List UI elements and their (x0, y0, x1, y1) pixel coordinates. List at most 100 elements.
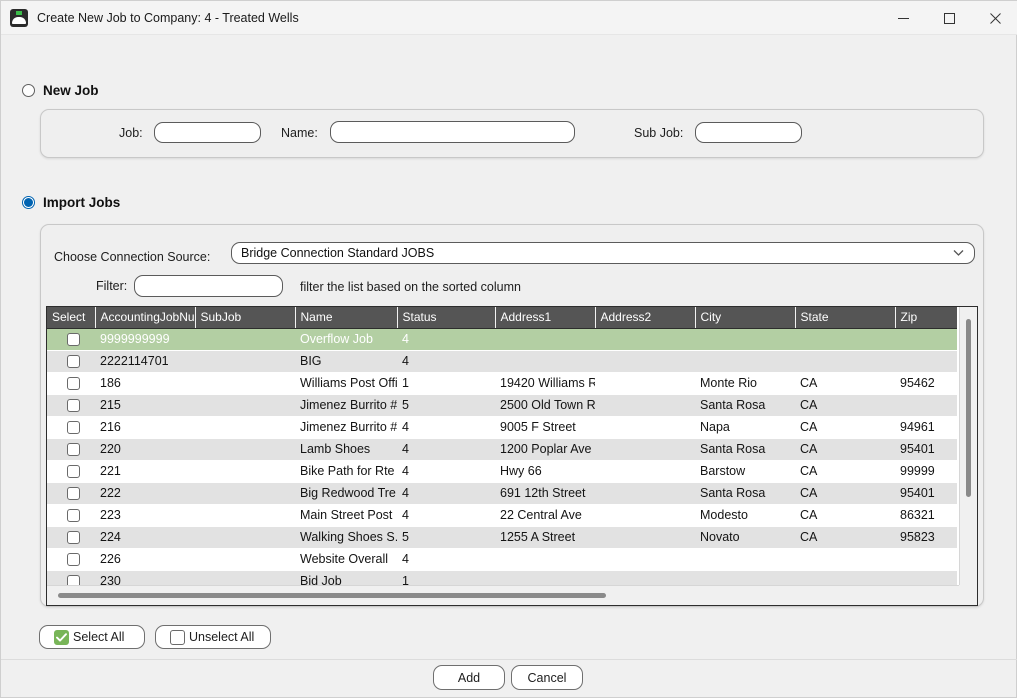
cell-state: CA (795, 416, 895, 438)
column-header-name[interactable]: Name (295, 307, 398, 329)
cell-address2 (595, 504, 695, 526)
add-button[interactable]: Add (433, 665, 505, 690)
row-select-cell[interactable] (47, 372, 95, 394)
unchecked-checkbox-icon[interactable] (67, 465, 80, 479)
unchecked-checkbox-icon[interactable] (67, 487, 80, 501)
table-row[interactable]: 2222114701 BIG 4 (47, 350, 957, 372)
jobs-table[interactable]: Select AccountingJobNum SubJob Name Stat… (46, 306, 978, 606)
vertical-scrollbar[interactable] (959, 307, 977, 585)
job-label: Job: (119, 126, 143, 140)
column-header-address2[interactable]: Address2 (595, 307, 696, 329)
column-header-select[interactable]: Select (47, 307, 96, 329)
unchecked-checkbox-icon[interactable] (67, 333, 80, 347)
column-header-status[interactable]: Status (397, 307, 496, 329)
unchecked-checkbox-icon[interactable] (67, 509, 80, 523)
column-header-zip[interactable]: Zip (895, 307, 957, 329)
unchecked-checkbox-icon[interactable] (67, 575, 80, 585)
column-header-accountingjobnum[interactable]: AccountingJobNum (95, 307, 196, 329)
table-row[interactable]: 186 Williams Post Office119420 Williams R… (47, 372, 957, 394)
maximize-icon[interactable] (926, 1, 972, 35)
cell-state (795, 328, 895, 350)
unselect-all-button[interactable]: Unselect All (155, 625, 271, 649)
row-select-cell[interactable] (47, 416, 95, 438)
radio-new-job-indicator[interactable] (22, 84, 35, 97)
table-row[interactable]: 230 Bid Job 1 (47, 570, 957, 585)
minimize-icon[interactable] (880, 1, 926, 35)
cell-address1: 691 12th Street (495, 482, 595, 504)
cell-address2 (595, 328, 695, 350)
unchecked-checkbox-icon[interactable] (67, 355, 80, 369)
cell-zip (895, 350, 957, 372)
jobs-grid: Select AccountingJobNum SubJob Name Stat… (47, 307, 957, 585)
table-row[interactable]: 223 Main Street Post ... 4 22 Central Ave Mo… (47, 504, 957, 526)
table-row[interactable]: 224 Walking Shoes S... 5 1255 A Street Novat… (47, 526, 957, 548)
radio-import-jobs-indicator[interactable] (22, 196, 35, 209)
cell-name: Walking Shoes S... (295, 526, 397, 548)
table-row[interactable]: 221 Bike Path for Rte ...4Hwy 66 BarstowCA… (47, 460, 957, 482)
column-header-address1[interactable]: Address1 (495, 307, 596, 329)
table-row[interactable]: 220 Lamb Shoes 4 1200 Poplar Ave Santa Rosa C… (47, 438, 957, 460)
cell-city: Monte Rio (695, 372, 795, 394)
row-select-cell[interactable] (47, 526, 95, 548)
close-icon[interactable] (972, 1, 1017, 35)
row-select-cell[interactable] (47, 460, 95, 482)
window-title: Create New Job to Company: 4 - Treated W… (37, 10, 299, 25)
radio-new-job[interactable]: New Job (22, 83, 99, 98)
job-input[interactable] (154, 122, 261, 143)
cell-subjob (195, 504, 295, 526)
name-input[interactable] (330, 121, 575, 143)
table-row[interactable]: 9999999999 Overflow Job 4 (47, 328, 957, 350)
row-select-cell[interactable] (47, 570, 95, 585)
unchecked-checkbox-icon[interactable] (67, 399, 80, 413)
unchecked-checkbox-icon[interactable] (67, 443, 80, 457)
row-select-cell[interactable] (47, 548, 95, 570)
vertical-scrollbar-thumb[interactable] (966, 319, 971, 497)
filter-input[interactable] (134, 275, 283, 297)
jobs-table-viewport: Select AccountingJobNum SubJob Name Stat… (47, 307, 959, 585)
cell-address2 (595, 372, 695, 394)
table-row[interactable]: 216 Jimenez Burrito #1049005 F Street Napa… (47, 416, 957, 438)
cell-state (795, 350, 895, 372)
select-all-button[interactable]: Select All (39, 625, 145, 649)
cell-city: Novato (695, 526, 795, 548)
subjob-input[interactable] (695, 122, 802, 143)
cell-address2 (595, 482, 695, 504)
cell-name: Williams Post Office (295, 372, 397, 394)
table-row[interactable]: 215 Jimenez Burrito #8 5 2500 Old Town Rd Sa… (47, 394, 957, 416)
unchecked-checkbox-icon[interactable] (67, 377, 80, 391)
cell-city (695, 328, 795, 350)
row-select-cell[interactable] (47, 350, 95, 372)
cell-status: 5 (397, 526, 495, 548)
unchecked-checkbox-icon[interactable] (67, 553, 80, 567)
cell-zip: 95401 (895, 438, 957, 460)
table-row[interactable]: 222 Big Redwood Tre... 4 691 12th Street San… (47, 482, 957, 504)
cell-state: CA (795, 526, 895, 548)
row-select-cell[interactable] (47, 482, 95, 504)
connection-source-select[interactable]: Bridge Connection Standard JOBS (231, 242, 975, 264)
chevron-down-icon (953, 246, 964, 260)
unchecked-checkbox-icon[interactable] (67, 531, 80, 545)
jobs-grid-header: Select AccountingJobNum SubJob Name Stat… (47, 307, 957, 329)
cell-name: Overflow Job (295, 328, 397, 350)
column-header-subjob[interactable]: SubJob (195, 307, 296, 329)
column-header-state[interactable]: State (795, 307, 896, 329)
cancel-button[interactable]: Cancel (511, 665, 583, 690)
cell-status: 5 (397, 394, 495, 416)
row-select-cell[interactable] (47, 438, 95, 460)
cell-address2 (595, 548, 695, 570)
row-select-cell[interactable] (47, 328, 95, 350)
cell-zip: 86321 (895, 504, 957, 526)
table-row[interactable]: 226 Website Overall 4 (47, 548, 957, 570)
filter-label: Filter: (96, 279, 128, 293)
add-label: Add (457, 670, 481, 685)
row-select-cell[interactable] (47, 394, 95, 416)
horizontal-scrollbar-thumb[interactable] (58, 593, 606, 598)
column-header-city[interactable]: City (695, 307, 796, 329)
cell-subjob (195, 350, 295, 372)
horizontal-scrollbar[interactable] (47, 585, 959, 605)
unchecked-checkbox-icon[interactable] (67, 421, 80, 435)
cell-status: 4 (397, 460, 495, 482)
row-select-cell[interactable] (47, 504, 95, 526)
cell-accountingjobnum: 230 (95, 570, 195, 585)
radio-import-jobs[interactable]: Import Jobs (22, 195, 120, 210)
